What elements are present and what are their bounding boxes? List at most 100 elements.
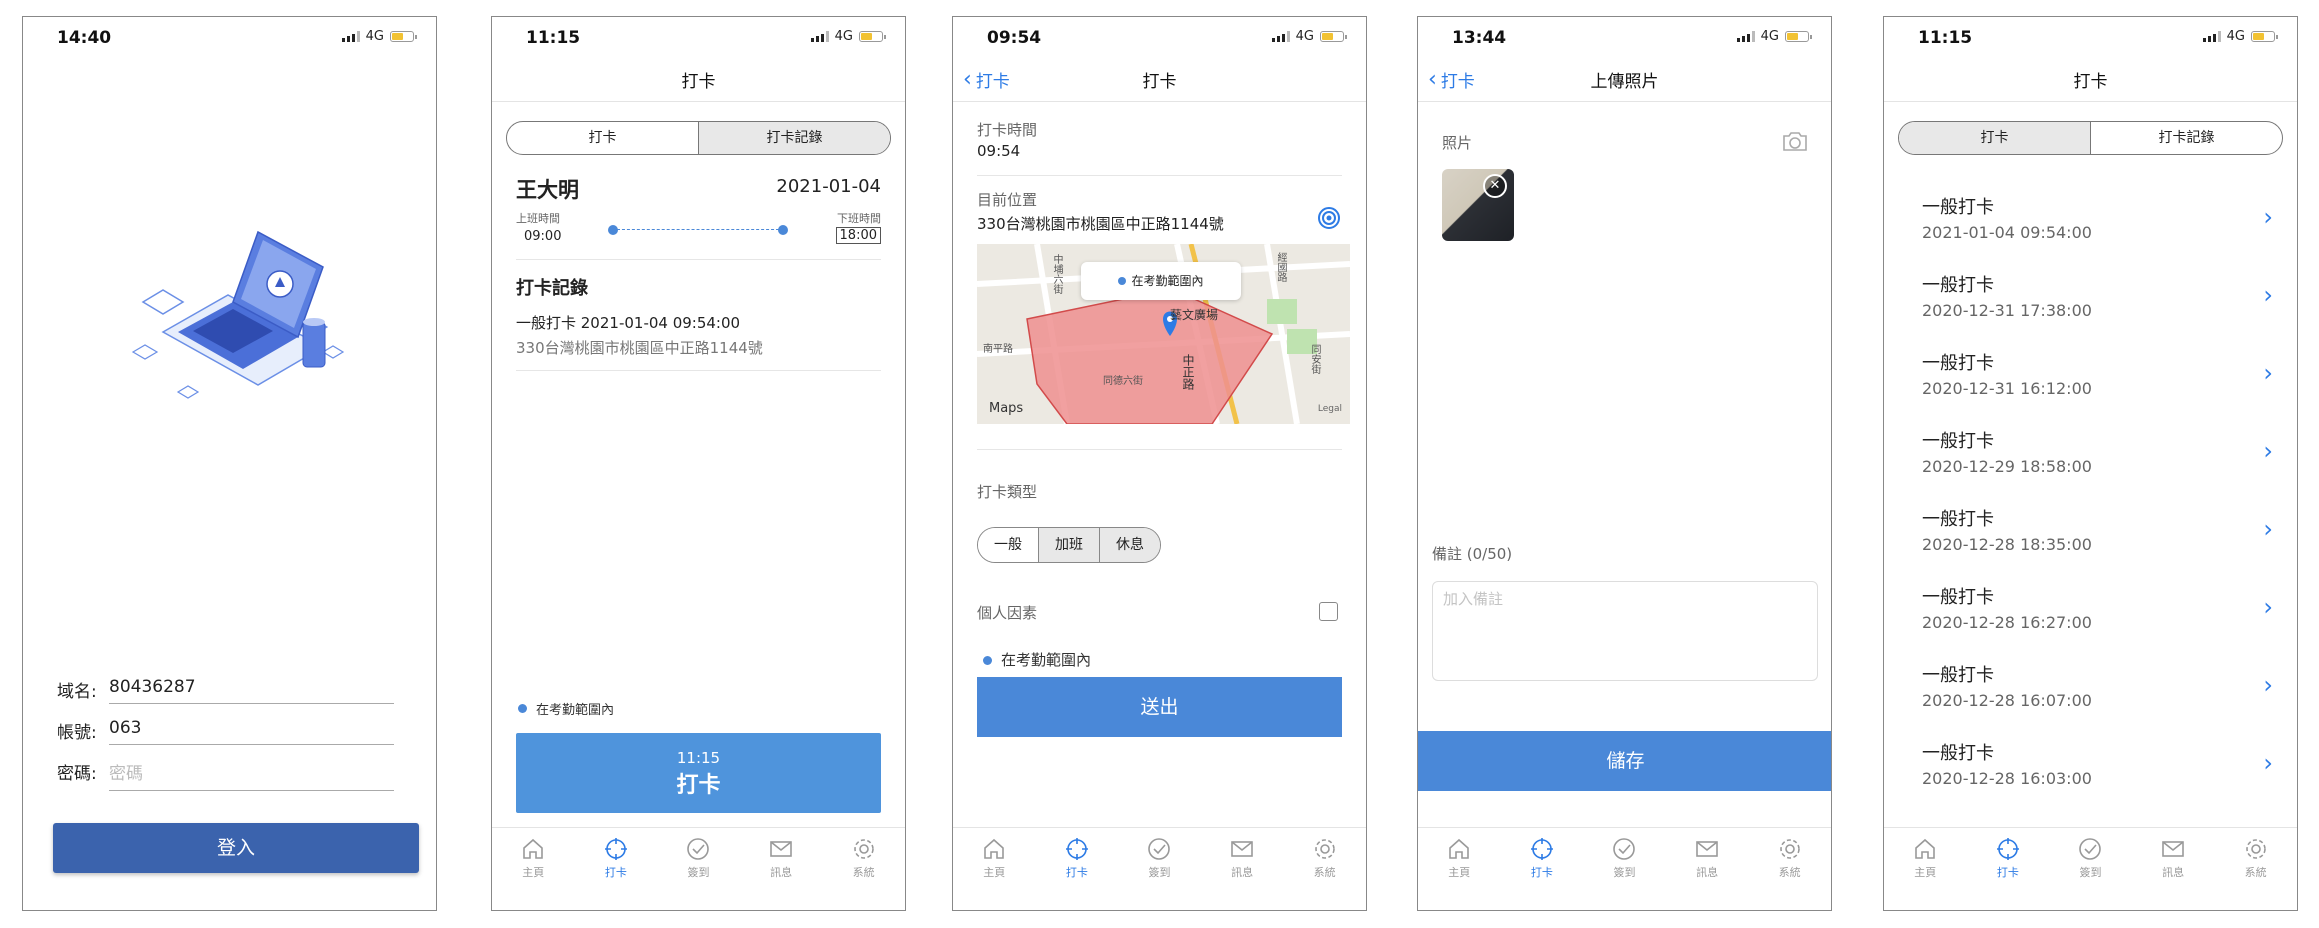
tab-punch[interactable]: 打卡 <box>1899 122 2090 154</box>
network-label: 4G <box>1760 29 1779 44</box>
punch-button[interactable]: 11:15 打卡 <box>516 733 881 813</box>
password-label: 密碼: <box>57 764 97 784</box>
work-end-time: 18:00 <box>835 227 881 244</box>
nav-bar: 打卡 <box>1884 55 2297 102</box>
remove-photo-icon[interactable]: ✕ <box>1483 174 1507 198</box>
network-label: 4G <box>2226 29 2245 44</box>
punch-screen: 11:15 4G 打卡 打卡 打卡記錄 王大明 2021-01-04 上班時間 … <box>491 16 906 911</box>
tab-signin[interactable]: 簽到 <box>2049 828 2132 910</box>
maps-brand: Maps <box>989 401 1024 416</box>
submit-button[interactable]: 送出 <box>977 677 1342 737</box>
tab-punch[interactable]: 打卡 <box>1967 828 2050 910</box>
tab-bar: 主頁 打卡 簽到 訊息 系統 <box>1884 827 2297 910</box>
home-icon <box>1915 838 1936 859</box>
tab-messages[interactable]: 訊息 <box>1201 828 1284 910</box>
domain-input[interactable]: 80436287 <box>109 677 394 704</box>
list-item[interactable]: 一般打卡 2020-12-28 16:03:00 › <box>1898 731 2283 809</box>
tab-home[interactable]: 主頁 <box>1884 828 1967 910</box>
mail-icon <box>1696 841 1718 857</box>
tab-label: 系統 <box>2244 866 2267 879</box>
type-option-normal[interactable]: 一般 <box>978 528 1038 562</box>
password-input[interactable]: 密碼 <box>109 759 394 791</box>
nav-bar: ‹ 打卡 上傳照片 <box>1418 55 1831 102</box>
tab-punch-records[interactable]: 打卡記錄 <box>698 122 890 154</box>
tab-punch-records[interactable]: 打卡記錄 <box>2090 122 2282 154</box>
street-label: 同安街 <box>1309 344 1320 374</box>
tab-home[interactable]: 主頁 <box>492 828 575 910</box>
status-time: 09:54 <box>987 28 1042 48</box>
tab-label: 打卡 <box>1530 866 1553 879</box>
status-time: 11:15 <box>1918 28 1973 48</box>
list-item[interactable]: 一般打卡 2020-12-28 16:07:00 › <box>1898 653 2283 731</box>
tab-signin[interactable]: 簽到 <box>1118 828 1201 910</box>
work-start-time: 09:00 <box>524 229 562 244</box>
record-type: 一般打卡 <box>1922 197 1994 218</box>
tab-messages[interactable]: 訊息 <box>1666 828 1749 910</box>
type-option-break[interactable]: 休息 <box>1099 528 1160 562</box>
crosshair-icon <box>1996 838 2019 860</box>
tab-punch[interactable]: 打卡 <box>575 828 658 910</box>
list-item[interactable]: 一般打卡 2020-12-31 16:12:00 › <box>1898 341 2283 419</box>
street-label: 藝文廣場 <box>1170 308 1219 322</box>
status-time: 11:15 <box>526 28 581 48</box>
tab-messages[interactable]: 訊息 <box>2132 828 2215 910</box>
tab-punch[interactable]: 打卡 <box>1501 828 1584 910</box>
street-label: 中埔六街 <box>1051 254 1062 294</box>
page-title: 打卡 <box>1142 72 1177 92</box>
tab-punch[interactable]: 打卡 <box>507 122 698 154</box>
personal-checkbox[interactable] <box>1319 602 1338 621</box>
login-button[interactable]: 登入 <box>53 823 419 873</box>
tab-label: 簽到 <box>1613 866 1636 879</box>
maps-legal[interactable]: Legal <box>1318 404 1342 414</box>
tab-messages[interactable]: 訊息 <box>740 828 823 910</box>
mail-icon <box>770 841 792 857</box>
note-input[interactable]: 加入備註 <box>1432 581 1818 681</box>
record-datetime: 2020-12-28 16:07:00 <box>1922 691 2092 710</box>
punch-button-label: 打卡 <box>676 773 721 798</box>
tab-label: 訊息 <box>2162 866 2185 879</box>
tab-signin[interactable]: 簽到 <box>1583 828 1666 910</box>
tab-system[interactable]: 系統 <box>1283 828 1366 910</box>
crosshair-icon <box>1530 838 1553 860</box>
tab-signin[interactable]: 簽到 <box>657 828 740 910</box>
tab-punch[interactable]: 打卡 <box>1036 828 1119 910</box>
list-item[interactable]: 一般打卡 2020-12-31 17:38:00 › <box>1898 263 2283 341</box>
tab-label: 訊息 <box>1231 866 1254 879</box>
type-selector: 一般 加班 休息 <box>977 527 1161 563</box>
signal-icon <box>1736 31 1755 42</box>
account-input[interactable]: 063 <box>109 718 394 745</box>
list-item[interactable]: 一般打卡 2020-12-28 18:35:00 › <box>1898 497 2283 575</box>
tab-label: 打卡 <box>1996 866 2019 879</box>
domain-label: 域名: <box>57 682 97 702</box>
street-label: 中正路 <box>1181 354 1195 390</box>
list-item[interactable]: 一般打卡 2021-01-04 09:54:00 › <box>1898 185 2283 263</box>
photo-thumbnail[interactable]: ✕ <box>1442 169 1514 241</box>
tab-label: 系統 <box>852 866 875 879</box>
crosshair-icon <box>1065 838 1088 860</box>
list-item[interactable]: 一般打卡 2020-12-29 18:58:00 › <box>1898 419 2283 497</box>
tab-label: 系統 <box>1778 866 1801 879</box>
tab-system[interactable]: 系統 <box>2214 828 2297 910</box>
status-bar: 09:54 4G <box>953 17 1366 55</box>
type-option-overtime[interactable]: 加班 <box>1038 528 1099 562</box>
locate-icon[interactable] <box>1316 205 1342 231</box>
map-view[interactable]: 在考勤範圍內 中正路 同德六街 南平路 中埔六街 同安街 藝文廣場 經國路 Ma… <box>977 244 1350 424</box>
save-button[interactable]: 儲存 <box>1418 731 1831 791</box>
punch-time-value: 09:54 <box>977 142 1021 160</box>
records-list: 一般打卡 2021-01-04 09:54:00 › 一般打卡 2020-12-31 1… <box>1884 185 2297 809</box>
tab-label: 主頁 <box>983 866 1006 879</box>
tab-home[interactable]: 主頁 <box>953 828 1036 910</box>
tab-label: 系統 <box>1313 866 1336 879</box>
tab-system[interactable]: 系統 <box>822 828 905 910</box>
camera-icon[interactable] <box>1781 129 1809 153</box>
status-bar: 13:44 4G <box>1418 17 1831 55</box>
battery-icon <box>859 31 886 42</box>
record-type: 一般打卡 <box>1922 743 1994 764</box>
list-item[interactable]: 一般打卡 2020-12-28 16:27:00 › <box>1898 575 2283 653</box>
tab-home[interactable]: 主頁 <box>1418 828 1501 910</box>
network-label: 4G <box>1295 29 1314 44</box>
work-start-label: 上班時間 <box>516 212 560 225</box>
tab-label: 訊息 <box>770 866 793 879</box>
page-title: 打卡 <box>2073 72 2108 92</box>
tab-system[interactable]: 系統 <box>1748 828 1831 910</box>
